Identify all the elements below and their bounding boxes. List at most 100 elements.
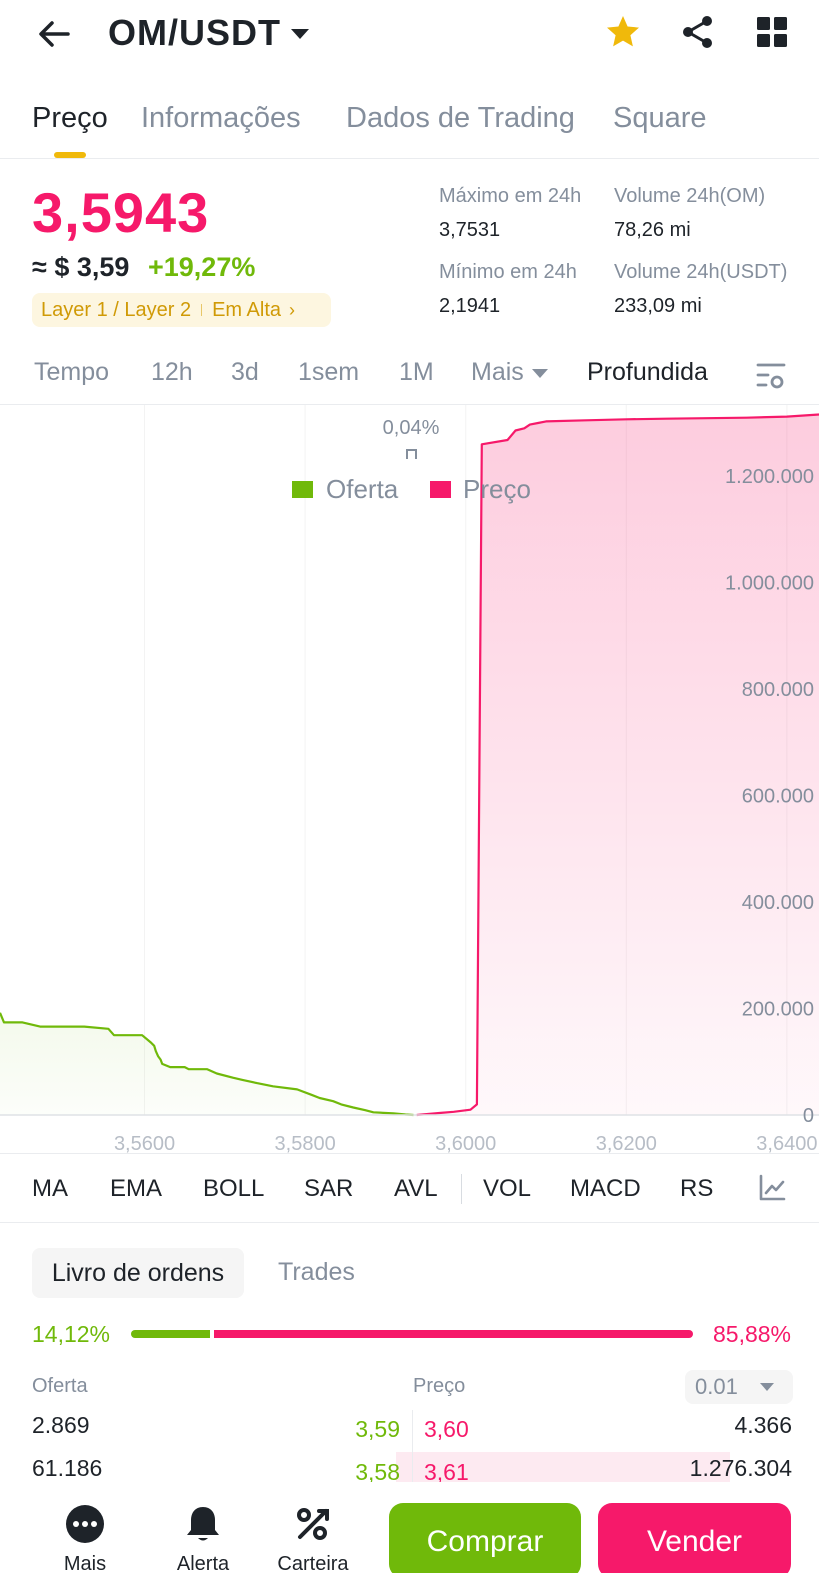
- x-tick-label: 3,5600: [114, 1133, 175, 1153]
- legend-bid-label: Oferta: [326, 474, 399, 504]
- tag-separator: [201, 304, 203, 316]
- nav-alert-label: Alerta: [176, 1553, 230, 1573]
- bid-ratio-bar: [131, 1330, 210, 1338]
- indicator-vol[interactable]: VOL: [483, 1175, 531, 1203]
- bid-ratio: 14,12%: [32, 1321, 111, 1347]
- indicator-settings-icon[interactable]: [758, 1174, 786, 1202]
- nav-wallet[interactable]: Carteira: [273, 1504, 353, 1573]
- interval-more[interactable]: Mais: [471, 358, 548, 387]
- y-tick-label: 1.200.000: [725, 466, 814, 488]
- spread-marker-icon: [406, 449, 417, 459]
- ask-ratio-bar: [214, 1330, 693, 1338]
- precision-value: 0.01: [695, 1374, 738, 1399]
- x-tick-label: 3,6000: [435, 1133, 496, 1153]
- indicator-macd[interactable]: MACD: [570, 1175, 641, 1203]
- depth-chart[interactable]: 3,5600 3,5800 3,6000 3,6200 3,6400 1.200.000 1…: [0, 405, 819, 1153]
- indicator-divider: [461, 1174, 462, 1204]
- y-tick-label: 400.000: [742, 892, 814, 914]
- y-tick-label: 1.000.000: [725, 573, 814, 595]
- low-value: 2,1941: [439, 295, 501, 317]
- vol-usdt-label: Volume 24h(USDT): [614, 261, 788, 283]
- vol-om-value: 78,26 mi: [614, 219, 691, 241]
- sell-button[interactable]: Vender: [598, 1503, 791, 1573]
- buy-button[interactable]: Comprar: [389, 1503, 581, 1573]
- grid-menu-icon[interactable]: [754, 14, 790, 50]
- caret-down-icon: [531, 368, 548, 378]
- legend-ask-label: Preço: [463, 474, 531, 504]
- precision-select[interactable]: 0.01: [685, 1370, 793, 1404]
- y-tick-label: 600.000: [742, 786, 814, 808]
- chart-legend: Oferta Preço: [292, 474, 531, 504]
- interval-more-label: Mais: [471, 358, 524, 386]
- interval-time[interactable]: Tempo: [34, 358, 109, 387]
- vol-usdt-value: 233,09 mi: [614, 295, 702, 317]
- interval-12h[interactable]: 12h: [151, 358, 193, 387]
- indicator-rsi[interactable]: RSI: [680, 1175, 715, 1203]
- nav-wallet-label: Carteira: [277, 1553, 349, 1573]
- x-tick-label: 3,6200: [596, 1133, 657, 1153]
- percent-tool-icon: [297, 1508, 329, 1540]
- tab-trading-data[interactable]: Dados de Trading: [346, 102, 575, 135]
- col-price-label: Preço: [413, 1375, 466, 1397]
- indicator-ema[interactable]: EMA: [110, 1175, 162, 1203]
- more-dots-icon: [66, 1505, 104, 1543]
- series-area-bid: [0, 1012, 414, 1115]
- indicator-avl[interactable]: AVL: [394, 1175, 438, 1203]
- depth-tab[interactable]: Profundida: [587, 358, 715, 387]
- indicator-sar[interactable]: SAR: [304, 1175, 353, 1203]
- interval-1m[interactable]: 1M: [399, 358, 434, 387]
- legend-swatch-bid: [292, 481, 313, 498]
- bid-price: 3,59: [355, 1416, 400, 1442]
- chart-settings-icon[interactable]: [756, 361, 786, 391]
- bell-icon: [187, 1507, 219, 1541]
- pair-selector[interactable]: OM/USDT: [108, 12, 309, 54]
- ask-ratio: 85,88%: [712, 1321, 791, 1347]
- chevron-right-icon: ›: [289, 299, 296, 320]
- tab-price[interactable]: Preço: [32, 102, 108, 135]
- bid-qty: 61.186: [32, 1455, 103, 1481]
- bid-qty: 2.869: [32, 1412, 90, 1438]
- chart-series: [0, 413, 819, 1117]
- interval-bar: Tempo 12h 3d 1sem 1M Mais Profundida: [0, 350, 819, 405]
- share-icon[interactable]: [680, 14, 716, 50]
- nav-more-label: Mais: [63, 1553, 107, 1573]
- bottom-action-bar: Mais Alerta Carteira Comprar Vender: [0, 1482, 819, 1573]
- high-label: Máximo em 24h: [439, 185, 582, 207]
- price-change: +19,27%: [148, 252, 256, 282]
- y-tick-label: 0: [803, 1105, 814, 1127]
- back-arrow-icon[interactable]: [34, 14, 74, 54]
- spread-label: 0,04%: [383, 417, 440, 439]
- ask-price: 3,60: [424, 1416, 469, 1442]
- indicator-bar: MA EMA BOLL SAR AVL VOL MACD RSI: [0, 1153, 819, 1223]
- nav-alert[interactable]: Alerta: [163, 1504, 243, 1573]
- y-tick-label: 800.000: [742, 679, 814, 701]
- usd-price: ≈ $ 3,59: [32, 252, 130, 282]
- tag-badge[interactable]: Layer 1 / Layer 2 Em Alta ›: [32, 293, 331, 327]
- tag-trending: Em Alta: [212, 298, 282, 321]
- tab-square[interactable]: Square: [613, 102, 707, 135]
- vol-om-label: Volume 24h(OM): [614, 185, 766, 207]
- tab-trades[interactable]: Trades: [278, 1258, 355, 1287]
- active-tab-indicator: [54, 152, 86, 158]
- ask-qty: 4.366: [734, 1412, 792, 1438]
- interval-1w[interactable]: 1sem: [298, 358, 359, 387]
- x-tick-label: 3,6400: [756, 1133, 817, 1153]
- indicator-boll[interactable]: BOLL: [203, 1175, 264, 1203]
- high-value: 3,7531: [439, 219, 501, 241]
- star-icon[interactable]: [605, 14, 641, 50]
- tag-category: Layer 1 / Layer 2: [41, 298, 192, 321]
- x-tick-label: 3,5800: [275, 1133, 336, 1153]
- caret-down-icon: [291, 29, 309, 39]
- tab-info[interactable]: Informações: [141, 102, 301, 135]
- interval-3d[interactable]: 3d: [231, 358, 259, 387]
- tab-order-book[interactable]: Livro de ordens: [32, 1248, 244, 1298]
- nav-more[interactable]: Mais: [45, 1504, 125, 1573]
- indicator-ma[interactable]: MA: [32, 1175, 68, 1203]
- y-tick-label: 200.000: [742, 999, 814, 1021]
- top-bar: OM/USDT: [0, 0, 819, 70]
- main-tabs: Preço Informações Dados de Trading Squar…: [0, 92, 819, 159]
- last-price: 3,5943: [32, 181, 210, 244]
- caret-down-icon: [759, 1383, 774, 1391]
- order-book-divider: [412, 1410, 413, 1482]
- low-label: Mínimo em 24h: [439, 261, 577, 283]
